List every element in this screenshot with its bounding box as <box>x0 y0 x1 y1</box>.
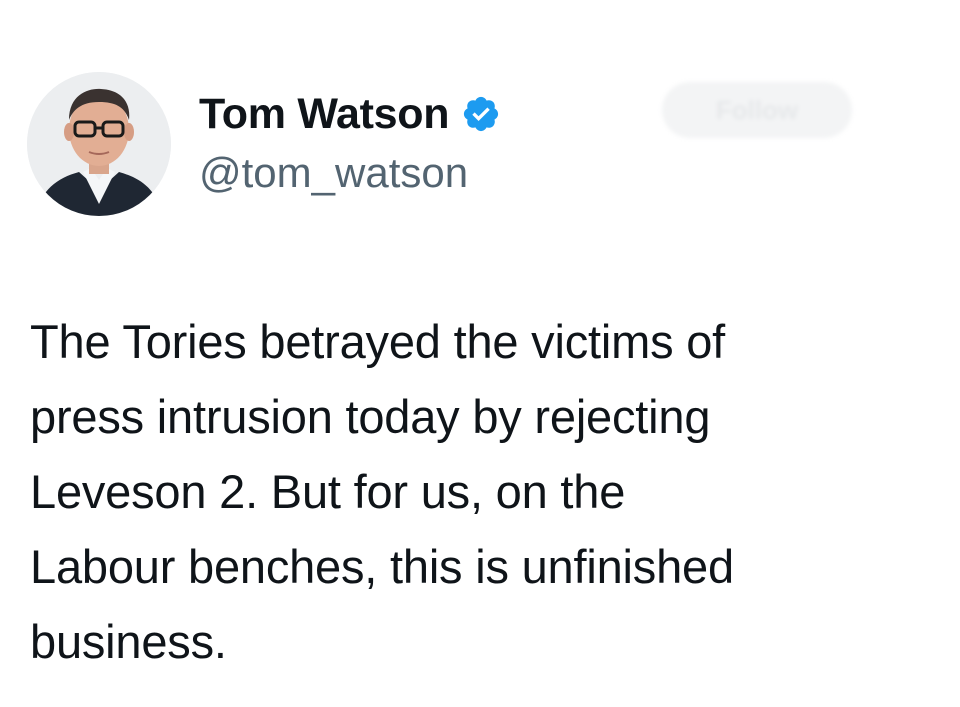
avatar-photo <box>27 72 171 216</box>
tweet-text-line: The Tories betrayed the victims of <box>30 315 726 368</box>
verified-check-icon <box>461 94 501 134</box>
avatar[interactable] <box>27 72 171 216</box>
author-handle[interactable]: @tom_watson <box>199 152 468 194</box>
tweet-text-line: Labour benches, this is unfinished <box>30 540 734 593</box>
display-name[interactable]: Tom Watson <box>199 92 450 136</box>
tweet-text: The Tories betrayed the victims of press… <box>30 304 930 679</box>
tweet-text-line: Leveson 2. But for us, on the <box>30 465 626 518</box>
tweet-card: Tom Watson @tom_watson Follow The Tories… <box>0 0 960 707</box>
follow-button[interactable]: Follow <box>662 82 852 138</box>
author-name-row: Tom Watson <box>199 86 501 142</box>
tweet-text-line: press intrusion today by rejecting <box>30 390 711 443</box>
tweet-text-line: business. <box>30 615 227 668</box>
